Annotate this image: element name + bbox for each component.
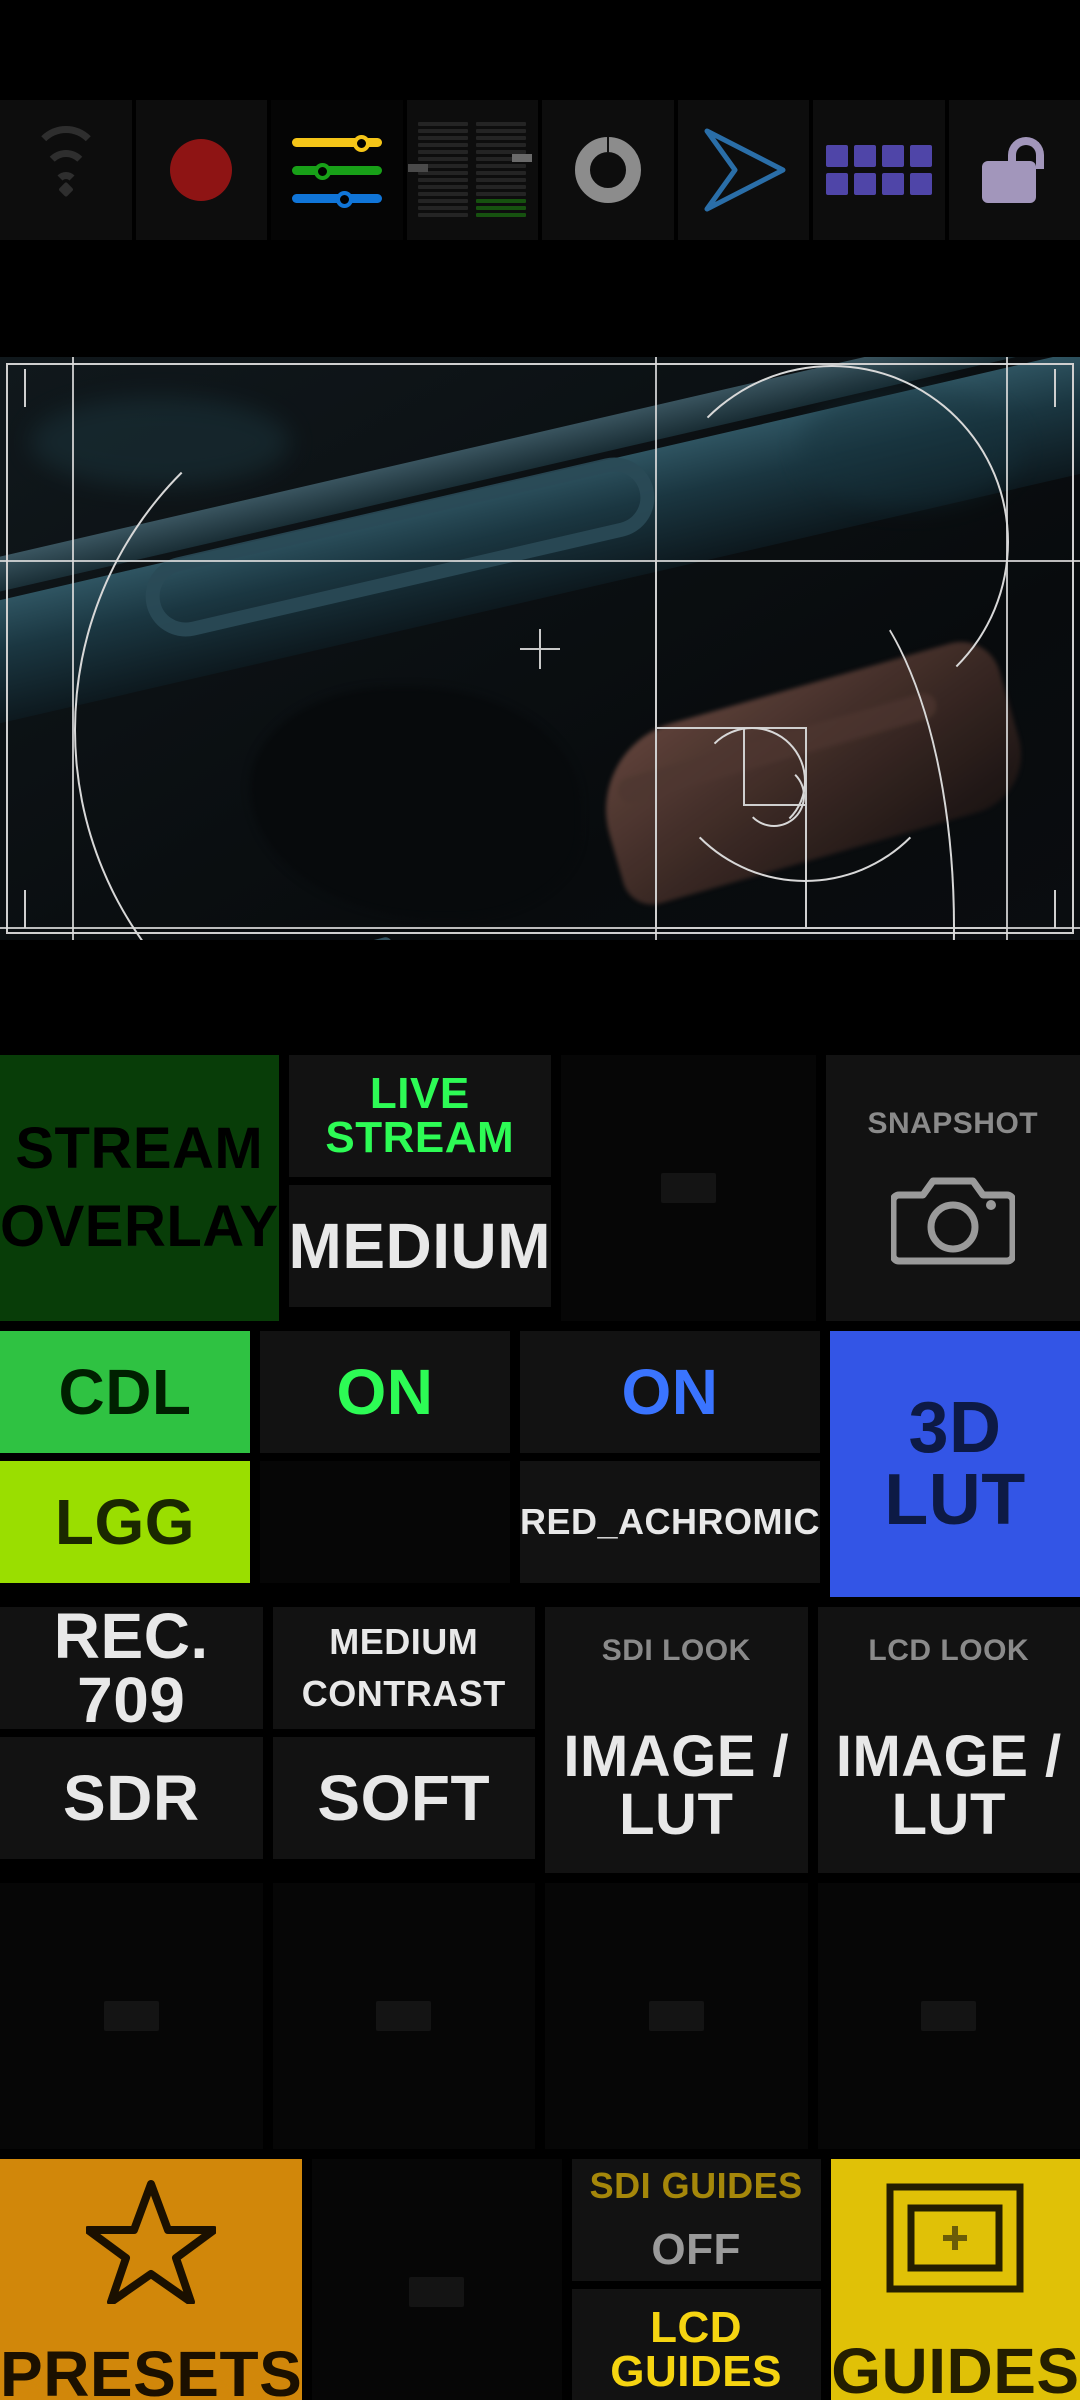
cdl-state: ON: [336, 1356, 434, 1428]
dynamic-range-value: SDR: [62, 1762, 200, 1834]
panel-row-5: PRESETS SDI GUIDES OFF LCD GUIDES GUIDES: [0, 2159, 1080, 2400]
live-stream-label: LIVE STREAM: [325, 1069, 515, 1162]
cdl-label: CDL: [58, 1356, 192, 1428]
lcd-look-label: LCD LOOK: [868, 1634, 1030, 1667]
stream-overlay-button[interactable]: STREAM OVERLAY: [0, 1055, 279, 1321]
control-panel: STREAM OVERLAY LIVE STREAM MEDIUM SNAPSH…: [0, 1055, 1080, 2400]
send-button[interactable]: [677, 100, 809, 240]
guides-label: GUIDES: [831, 2334, 1080, 2400]
lock-button[interactable]: [948, 100, 1080, 240]
lut3d-button[interactable]: 3D LUT: [830, 1331, 1080, 1597]
star-icon: [86, 2178, 217, 2304]
sdi-look-label: SDI LOOK: [601, 1634, 751, 1667]
presets-label: PRESETS: [0, 2338, 303, 2400]
lut3d-line2: LUT: [884, 1460, 1026, 1540]
contrast-line2: CONTRAST: [301, 1673, 506, 1714]
colorspace-button[interactable]: REC. 709: [0, 1607, 263, 1729]
record-button[interactable]: [135, 100, 267, 240]
empty-placeholder: [921, 2001, 977, 2031]
panel-row-4: [0, 1883, 1080, 2149]
colorspace-value: REC. 709: [53, 1607, 209, 1729]
stream-overlay-line1: STREAM: [15, 1116, 264, 1181]
color-sliders-button[interactable]: [271, 100, 403, 240]
snapshot-button[interactable]: SNAPSHOT: [825, 1055, 1080, 1321]
rolloff-value: SOFT: [317, 1762, 491, 1834]
contrast-button[interactable]: MEDIUM CONTRAST: [272, 1607, 535, 1729]
empty-placeholder: [376, 2001, 432, 2031]
panel-row-1: STREAM OVERLAY LIVE STREAM MEDIUM SNAPSH…: [0, 1055, 1080, 1321]
empty-slot-r4-2[interactable]: [272, 1883, 535, 2149]
lgg-button[interactable]: LGG: [0, 1461, 250, 1583]
empty-slot-r1[interactable]: [561, 1055, 816, 1321]
live-stream-button[interactable]: LIVE STREAM: [288, 1055, 552, 1177]
top-toolbar: [0, 100, 1080, 240]
presets-button[interactable]: PRESETS: [0, 2159, 303, 2400]
lut-state: ON: [621, 1356, 719, 1428]
empty-placeholder: [660, 1173, 716, 1203]
wifi-icon: [30, 126, 101, 198]
grid-apps-icon: [825, 145, 932, 195]
lut3d-line1: 3D: [908, 1388, 1002, 1468]
waveform-icon: [408, 122, 533, 218]
lut-name-button[interactable]: RED_ACHROMIC: [520, 1461, 821, 1583]
empty-slot-r2a[interactable]: [260, 1461, 510, 1583]
contrast-line1: MEDIUM: [329, 1621, 479, 1662]
color-sliders-icon: [291, 134, 382, 208]
sdi-guides-value: OFF: [651, 2225, 741, 2274]
empty-slot-r4-3[interactable]: [545, 1883, 808, 2149]
sdi-look-button[interactable]: SDI LOOK IMAGE / LUT: [545, 1607, 808, 1873]
focus-button[interactable]: [542, 100, 674, 240]
panel-row-2: CDL LGG ON ON RED_ACHROMIC 3D LUT: [0, 1331, 1080, 1597]
lcd-guides-label: LCD GUIDES: [610, 2303, 782, 2396]
panel-row-3: REC. 709 SDR MEDIUM CONTRAST SOFT SDI LO…: [0, 1607, 1080, 1873]
cdl-state-button[interactable]: ON: [260, 1331, 510, 1453]
frame-guides-icon: [885, 2182, 1025, 2294]
stream-overlay-line2: OVERLAY: [0, 1194, 279, 1259]
preview-image: [0, 357, 1080, 940]
video-preview[interactable]: [0, 357, 1080, 940]
empty-placeholder: [103, 2001, 159, 2031]
guides-button[interactable]: GUIDES: [830, 2159, 1080, 2400]
empty-slot-r4-1[interactable]: [0, 1883, 263, 2149]
lut-name: RED_ACHROMIC: [520, 1501, 821, 1542]
lcd-look-button[interactable]: LCD LOOK IMAGE / LUT: [817, 1607, 1080, 1873]
app-root: STREAM OVERLAY LIVE STREAM MEDIUM SNAPSH…: [0, 0, 1080, 2400]
cdl-button[interactable]: CDL: [0, 1331, 250, 1453]
sdi-guides-label: SDI GUIDES: [589, 2165, 803, 2206]
live-stream-value: MEDIUM: [288, 1210, 552, 1282]
sdi-look-value: IMAGE / LUT: [563, 1724, 790, 1847]
snapshot-label: SNAPSHOT: [867, 1107, 1039, 1140]
focus-ring-icon: [574, 137, 641, 203]
sdi-guides-button[interactable]: SDI GUIDES OFF: [571, 2159, 821, 2281]
lcd-look-value: IMAGE / LUT: [835, 1724, 1062, 1847]
empty-slot-r4-4[interactable]: [817, 1883, 1080, 2149]
empty-slot-r5[interactable]: [312, 2159, 562, 2400]
unlock-icon: [982, 137, 1046, 203]
live-stream-quality-button[interactable]: MEDIUM: [288, 1185, 552, 1307]
lcd-guides-button[interactable]: LCD GUIDES: [571, 2289, 821, 2400]
apps-grid-button[interactable]: [813, 100, 945, 240]
empty-placeholder: [648, 2001, 704, 2031]
camera-icon: [890, 1169, 1015, 1267]
lut-state-button[interactable]: ON: [520, 1331, 821, 1453]
waveform-button[interactable]: [406, 100, 538, 240]
empty-placeholder: [409, 2277, 465, 2307]
wifi-button[interactable]: [0, 100, 132, 240]
lgg-label: LGG: [54, 1486, 196, 1558]
rolloff-button[interactable]: SOFT: [272, 1737, 535, 1859]
record-icon: [170, 139, 233, 201]
dynamic-range-button[interactable]: SDR: [0, 1737, 263, 1859]
send-arrow-icon: [697, 127, 789, 213]
